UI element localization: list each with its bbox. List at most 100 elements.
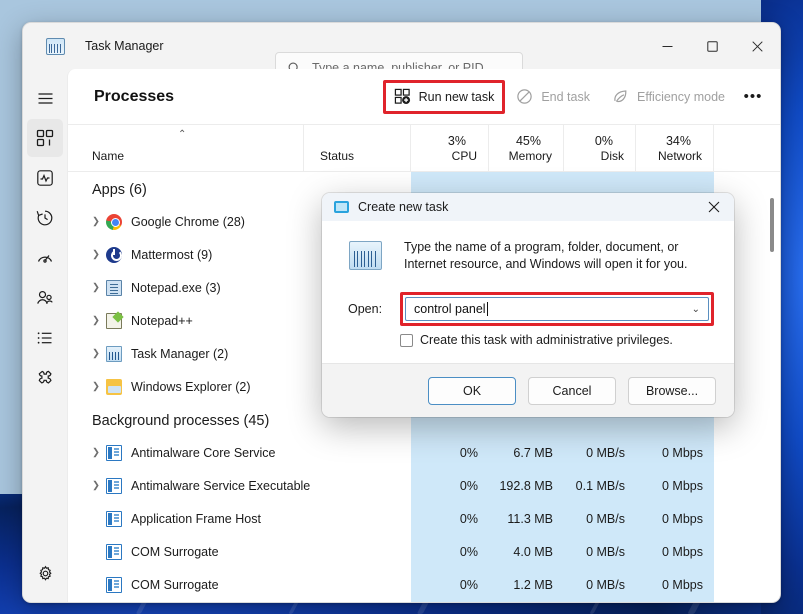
dialog-close-button[interactable] — [694, 193, 734, 221]
process-name-cell: ❯ Task Manager (2) — [68, 346, 304, 362]
sidebar-item-settings[interactable] — [27, 554, 63, 592]
task-manager-icon — [106, 346, 122, 362]
process-name: Notepad++ — [131, 314, 193, 328]
run-new-task-icon — [394, 88, 411, 105]
chevron-right-icon[interactable]: ❯ — [92, 315, 106, 326]
chevron-right-icon[interactable]: ❯ — [92, 447, 106, 458]
efficiency-mode-label: Efficiency mode — [637, 90, 725, 104]
process-cpu-cell: 0% — [411, 512, 489, 526]
process-network-cell: 0 Mbps — [636, 545, 714, 559]
column-header-cpu[interactable]: 3% CPU — [411, 125, 489, 171]
table-row[interactable]: ❯CTF Loader0%18.9 MB0 MB/s0 Mbps — [68, 601, 780, 603]
column-header-network[interactable]: 34% Network — [636, 125, 714, 171]
process-memory-cell: 192.8 MB — [489, 479, 564, 493]
startup-apps-icon — [36, 249, 54, 267]
hamburger-menu-icon — [37, 90, 54, 107]
table-row[interactable]: ❯COM Surrogate0%4.0 MB0 MB/s0 Mbps — [68, 535, 780, 568]
process-name: Antimalware Service Executable — [131, 479, 310, 493]
generic-app-icon — [106, 544, 122, 560]
process-name: Task Manager (2) — [131, 347, 228, 361]
chevron-right-icon[interactable]: ❯ — [92, 348, 106, 359]
sidebar-item-menu[interactable] — [27, 79, 63, 117]
process-cpu-cell: 0% — [411, 578, 489, 592]
window-controls — [645, 23, 780, 69]
table-row[interactable]: ❯Antimalware Core Service0%6.7 MB0 MB/s0… — [68, 436, 780, 469]
admin-privileges-checkbox[interactable] — [400, 334, 413, 347]
open-label: Open: — [348, 302, 398, 316]
sidebar-item-details[interactable] — [27, 319, 63, 357]
chevron-right-icon[interactable]: ❯ — [92, 249, 106, 260]
column-label-name: Name — [92, 149, 124, 164]
sidebar-item-startup-apps[interactable] — [27, 239, 63, 277]
chevron-down-icon[interactable]: ⌄ — [692, 304, 700, 315]
column-header-status[interactable]: Status — [304, 125, 411, 171]
more-options-button[interactable]: ••• — [736, 81, 770, 113]
column-header-disk[interactable]: 0% Disk — [564, 125, 636, 171]
process-name-cell: ❯COM Surrogate — [68, 544, 304, 560]
page-title: Processes — [94, 88, 174, 106]
mattermost-icon — [106, 247, 122, 263]
table-row[interactable]: ❯Application Frame Host0%11.3 MB0 MB/s0 … — [68, 502, 780, 535]
end-task-button[interactable]: End task — [505, 81, 601, 113]
minimize-button[interactable] — [645, 23, 690, 69]
ok-button[interactable]: OK — [428, 377, 516, 405]
process-network-cell: 0 Mbps — [636, 578, 714, 592]
memory-total-percent: 45% — [516, 133, 552, 149]
sidebar-item-users[interactable] — [27, 279, 63, 317]
column-label-memory: Memory — [509, 149, 552, 164]
app-history-icon — [36, 209, 54, 227]
column-header-name[interactable]: ⌃ Name — [68, 125, 304, 171]
admin-privileges-row[interactable]: Create this task with administrative pri… — [400, 333, 714, 347]
column-label-status: Status — [320, 149, 410, 164]
run-new-task-button[interactable]: Run new task — [383, 80, 506, 114]
window-icon — [334, 201, 349, 213]
efficiency-mode-icon — [612, 88, 629, 105]
open-combobox[interactable]: control panel ⌄ — [405, 297, 709, 321]
app-title: Task Manager — [85, 39, 164, 53]
process-name: Mattermost (9) — [131, 248, 212, 262]
process-name-cell: ❯COM Surrogate — [68, 577, 304, 593]
process-name-cell: ❯Application Frame Host — [68, 511, 304, 527]
table-row[interactable]: ❯Antimalware Service Executable0%192.8 M… — [68, 469, 780, 502]
sidebar-item-performance[interactable] — [27, 159, 63, 197]
chevron-right-icon[interactable]: ❯ — [92, 381, 106, 392]
dialog-title-bar: Create new task — [322, 193, 734, 221]
sidebar-item-app-history[interactable] — [27, 199, 63, 237]
process-name-cell: ❯Antimalware Service Executable — [68, 478, 304, 494]
process-disk-cell: 0 MB/s — [564, 578, 636, 592]
process-name: COM Surrogate — [131, 545, 219, 559]
dialog-description-row: Type the name of a program, folder, docu… — [342, 239, 714, 273]
chevron-right-icon[interactable]: ❯ — [92, 216, 106, 227]
process-name: Application Frame Host — [131, 512, 261, 526]
cpu-total-percent: 3% — [448, 133, 477, 149]
cancel-button[interactable]: Cancel — [528, 377, 616, 405]
process-disk-cell: 0 MB/s — [564, 446, 636, 460]
close-button[interactable] — [735, 23, 780, 69]
performance-icon — [36, 169, 54, 187]
title-bar: Task Manager — [23, 23, 780, 69]
chrome-icon — [106, 214, 122, 230]
process-name-cell: ❯Google Chrome (28) — [68, 214, 304, 230]
sidebar-item-processes[interactable] — [27, 119, 63, 157]
chevron-right-icon[interactable]: ❯ — [92, 480, 106, 491]
services-gear-icon — [36, 369, 54, 387]
notepad-icon — [106, 280, 122, 296]
process-name: Antimalware Core Service — [131, 446, 276, 460]
browse-button[interactable]: Browse... — [628, 377, 716, 405]
column-header-memory[interactable]: 45% Memory — [489, 125, 564, 171]
process-network-cell: 0 Mbps — [636, 512, 714, 526]
process-name-cell: ❯ Notepad++ — [68, 313, 304, 329]
table-row[interactable]: ❯COM Surrogate0%1.2 MB0 MB/s0 Mbps — [68, 568, 780, 601]
maximize-button[interactable] — [690, 23, 735, 69]
process-memory-cell: 11.3 MB — [489, 512, 564, 526]
efficiency-mode-button[interactable]: Efficiency mode — [601, 81, 736, 113]
sidebar-item-services[interactable] — [27, 359, 63, 397]
chevron-right-icon[interactable]: ❯ — [92, 282, 106, 293]
toolbar-actions: Run new task End task Efficiency — [383, 80, 770, 114]
table-header: ⌃ Name Status 3% CPU 45% Memory 0% Disk — [68, 124, 780, 172]
details-list-icon — [36, 329, 54, 347]
process-memory-cell: 6.7 MB — [489, 446, 564, 460]
open-field-highlight: control panel ⌄ — [400, 292, 714, 326]
process-cpu-cell: 0% — [411, 446, 489, 460]
generic-app-icon — [106, 478, 122, 494]
